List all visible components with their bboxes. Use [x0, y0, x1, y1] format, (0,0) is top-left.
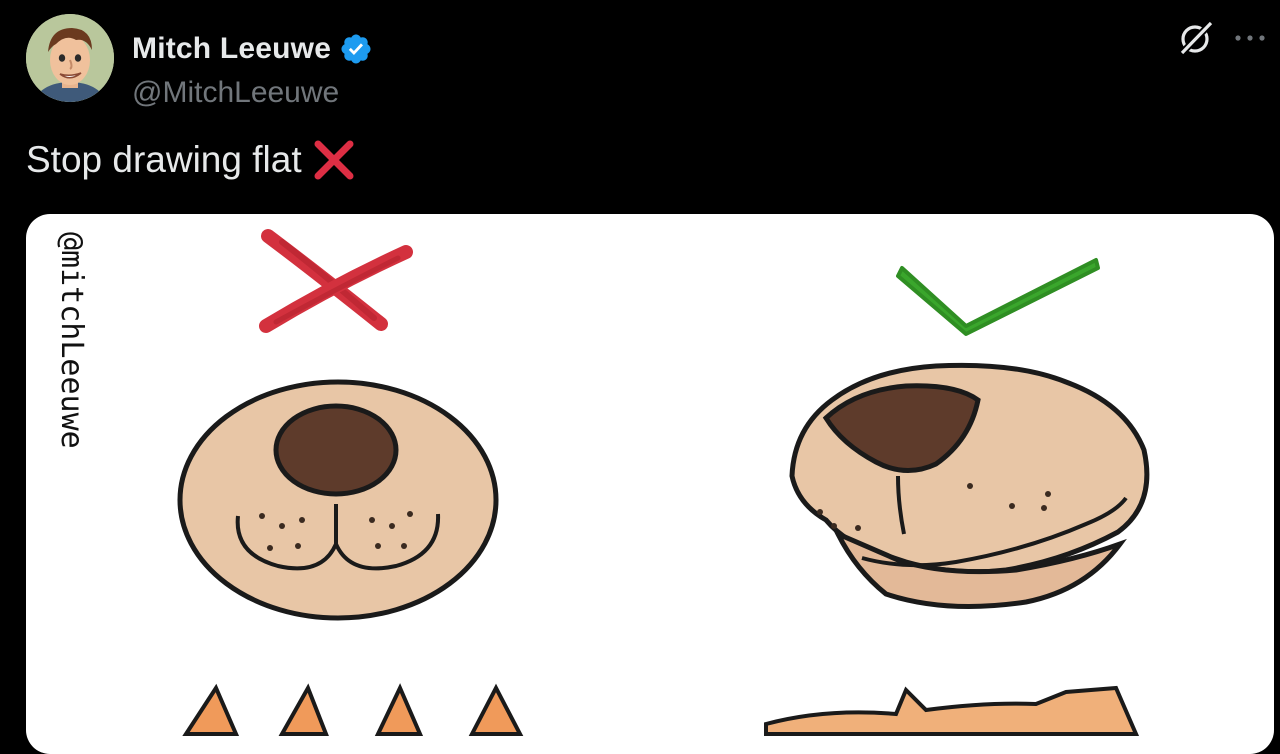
author-avatar[interactable]: [26, 14, 114, 102]
flat-snout-drawing: [177, 379, 499, 621]
3d-snout-drawing: [789, 362, 1150, 609]
tweet-text: Stop drawing flat: [26, 138, 356, 182]
more-options-icon[interactable]: [1230, 22, 1270, 54]
grok-icon[interactable]: [1176, 18, 1216, 58]
cross-mark-emoji-icon: [314, 140, 354, 180]
tweet-media-image[interactable]: @mitchLeeuwe: [26, 214, 1274, 754]
author-handle[interactable]: @MitchLeeuwe: [132, 76, 339, 110]
tweet-header: Mitch Leeuwe @MitchLeeuwe: [26, 14, 1265, 109]
watermark-text: @mitchLeeuwe: [54, 232, 89, 449]
author-name-row: Mitch Leeuwe: [132, 32, 373, 66]
cartoon-man-avatar-icon: [26, 14, 114, 102]
dog-snout-illustration: @mitchLeeuwe: [54, 229, 1150, 736]
partial-bottom-drawing: [182, 683, 1140, 736]
red-x-icon: [259, 229, 413, 333]
green-check-icon: [896, 258, 1100, 336]
author-display-name[interactable]: Mitch Leeuwe: [132, 32, 331, 66]
verified-badge-icon: [341, 34, 371, 64]
tweet-body: Stop drawing flat: [26, 139, 302, 180]
